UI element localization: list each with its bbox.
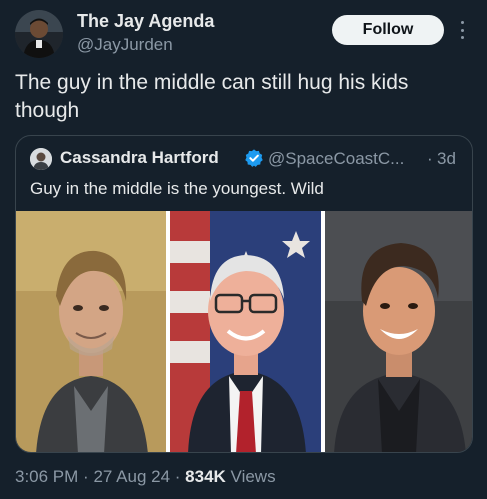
dot xyxy=(460,21,464,24)
photo-panel-left xyxy=(16,211,166,452)
quoted-text: Guy in the middle is the youngest. Wild xyxy=(30,179,324,198)
quoted-tweet[interactable]: Cassandra Hartford @SpaceCoastC... · 3d … xyxy=(15,135,473,453)
tweet-text: The guy in the middle can still hug his … xyxy=(15,71,409,122)
views-count: 834K xyxy=(185,467,226,486)
photo-panel-right xyxy=(325,211,472,452)
dot xyxy=(460,28,464,32)
separator-dot: · xyxy=(427,149,433,168)
post-date[interactable]: 27 Aug 24 xyxy=(93,467,170,486)
avatar-photo-icon xyxy=(30,148,52,170)
quoted-media-image[interactable] xyxy=(16,211,473,453)
separator-dot: · xyxy=(174,467,181,486)
more-options-icon[interactable] xyxy=(455,18,469,42)
quoted-timestamp[interactable]: 3d xyxy=(437,149,456,169)
verified-badge-icon xyxy=(245,149,263,167)
photo-panel-middle xyxy=(170,211,321,452)
views-label: Views xyxy=(230,467,276,486)
quoted-author-name[interactable]: Cassandra Hartford xyxy=(60,148,219,168)
author-name[interactable]: The Jay Agenda xyxy=(77,11,214,32)
post-meta: 3:06 PM · 27 Aug 24 · 834K Views xyxy=(15,467,276,487)
dot xyxy=(460,36,464,39)
quoted-author-avatar[interactable] xyxy=(30,148,52,170)
avatar-photo-icon xyxy=(15,10,63,58)
author-avatar[interactable] xyxy=(15,10,63,58)
tweet: The Jay Agenda @JayJurden Follow The guy… xyxy=(0,0,487,499)
post-time[interactable]: 3:06 PM xyxy=(15,467,78,486)
author-handle[interactable]: @JayJurden xyxy=(77,35,173,55)
follow-button[interactable]: Follow xyxy=(332,15,444,45)
quoted-author-handle[interactable]: @SpaceCoastC... xyxy=(268,149,404,169)
separator-dot: · xyxy=(83,467,89,486)
